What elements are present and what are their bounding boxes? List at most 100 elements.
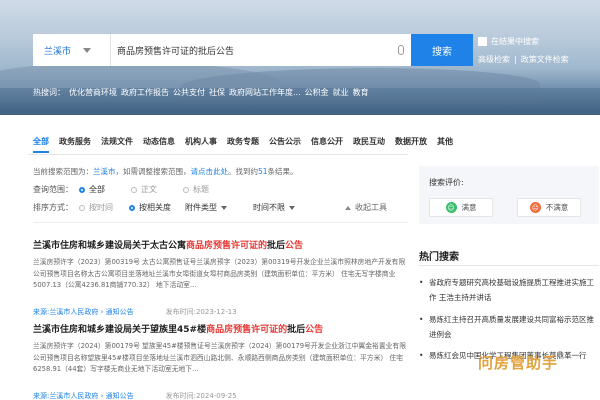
hot-word[interactable]: 公积金: [305, 87, 329, 98]
collapse-tools-label: 收起工具: [355, 203, 387, 212]
radio-all-label: 全部: [89, 185, 105, 194]
hot-word[interactable]: 政府工作报告: [121, 87, 169, 98]
result-title-highlight: 公告: [285, 241, 304, 251]
range-count-prefix: 。找到约: [228, 167, 258, 176]
bullet-icon: •: [419, 351, 424, 360]
advanced-search-link[interactable]: 高级检索: [478, 54, 510, 65]
satisfied-button[interactable]: ☺ 满意: [429, 198, 493, 217]
tab-news[interactable]: 动态信息: [138, 136, 180, 150]
search-button[interactable]: 搜索: [411, 34, 473, 66]
result-source[interactable]: 来源:兰溪市人民政府 › 通知公告: [33, 392, 134, 400]
hot-search-item[interactable]: • 易炼红主持召开高质量发展建设共同富裕示范区推进例会: [419, 312, 600, 342]
radio-by-time[interactable]: [79, 204, 85, 211]
tab-gov-service[interactable]: 政务服务: [54, 136, 96, 150]
watermark-logo: 问房管助手: [478, 354, 559, 372]
tabs-divider: [28, 154, 408, 155]
result-meta: 来源:兰溪市人民政府 › 通知公告 发布时间:2023-12-13: [33, 307, 408, 317]
radio-title-label: 标题: [193, 185, 209, 194]
city-select[interactable]: 兰溪市: [33, 34, 111, 66]
satisfied-label: 满意: [461, 203, 477, 212]
search-box: 兰溪市 搜索: [33, 34, 473, 66]
tab-topics[interactable]: 政务专题: [222, 136, 264, 150]
result-title-highlight: 商品房预售许可证的: [206, 325, 288, 335]
unsatisfied-label: 不满意: [545, 203, 569, 212]
query-scope-label: 查询范围：: [33, 185, 73, 194]
in-results-checkbox[interactable]: [478, 36, 487, 46]
radio-body[interactable]: [131, 186, 137, 193]
time-limit-label: 时间不限: [253, 203, 285, 212]
hot-word[interactable]: 就业: [333, 87, 349, 98]
range-mid: ，如需调整搜索范围，: [115, 167, 191, 176]
hot-word[interactable]: 社保: [209, 87, 225, 98]
unsatisfied-button[interactable]: ☹ 不满意: [517, 198, 581, 217]
hot-word[interactable]: 政府网站工作年度...: [229, 87, 301, 98]
in-results-label: 在结果中搜索: [491, 36, 539, 46]
hot-words: 热搜词： 优化营商环境 政府工作报告 公共支付 社保 政府网站工作年度... 公…: [33, 87, 369, 98]
hot-search-item[interactable]: • 省政府专题研究高校基础设施提质工程推进实施工作 王浩主持并讲话: [419, 275, 600, 305]
microphone-icon[interactable]: [391, 34, 411, 66]
result-time: 发布时间:2023-12-13: [165, 308, 237, 316]
filter-divider: [33, 222, 408, 223]
radio-title[interactable]: [183, 186, 189, 193]
tab-other[interactable]: 其他: [432, 136, 458, 150]
tab-announcements[interactable]: 公告公示: [264, 136, 306, 150]
result-time: 发布时间:2024-09-25: [165, 392, 237, 400]
attachment-type-dropdown[interactable]: 附件类型: [185, 202, 227, 213]
result-title-text: 兰溪市住房和城乡建设局关于太古公寓: [33, 241, 187, 251]
collapse-tools-button[interactable]: 收起工具: [345, 202, 387, 213]
radio-body-label: 正文: [141, 185, 157, 194]
result-title[interactable]: 兰溪市住房和城乡建设局关于太古公寓商品房预售许可证的批后公告: [33, 238, 408, 251]
result-title-highlight: 公告: [305, 325, 324, 335]
radio-all[interactable]: [79, 186, 85, 193]
hot-search-title: 热门搜索: [419, 252, 459, 263]
hot-search-text: 易炼红主持召开高质量发展建设共同富裕示范区推进例会: [429, 315, 594, 339]
chevron-up-icon: [345, 205, 351, 210]
policy-search-link[interactable]: 政策文件检索: [521, 54, 569, 65]
city-select-label: 兰溪市: [44, 46, 72, 57]
chevron-down-icon: [221, 205, 227, 210]
result-title[interactable]: 兰溪市住房和城乡建设局关于望族里45#楼商品房预售许可证的批后公告: [33, 322, 408, 335]
bullet-icon: •: [419, 315, 424, 324]
hot-words-label: 热搜词：: [33, 88, 65, 97]
result-meta: 来源:兰溪市人民政府 › 通知公告 发布时间:2024-09-25: [33, 391, 408, 400]
result-source[interactable]: 来源:兰溪市人民政府 › 通知公告: [33, 308, 134, 316]
search-evaluation-panel: 搜索评价: ☺ 满意 ☹ 不满意: [419, 166, 599, 224]
tab-all[interactable]: 全部: [28, 136, 54, 153]
sort-filter: 排序方式： 按时间 按相关度 附件类型 时间不限 收起工具: [33, 202, 387, 213]
result-item: 兰溪市住房和城乡建设局关于望族里45#楼商品房预售许可证的批后公告 兰溪房预许字…: [33, 322, 408, 400]
sort-label: 排序方式：: [33, 203, 73, 212]
time-limit-dropdown[interactable]: 时间不限: [253, 202, 295, 213]
tab-open-data[interactable]: 数据开放: [390, 136, 432, 150]
bullet-icon: •: [419, 278, 424, 287]
search-banner: 兰溪市 搜索 在结果中搜索 高级检索 | 政策文件检索 热搜词： 优化营商环境 …: [0, 0, 600, 115]
attachment-type-label: 附件类型: [185, 203, 217, 212]
radio-by-time-label: 按时间: [89, 203, 113, 212]
result-title-text: 兰溪市住房和城乡建设局关于望族里45#楼: [33, 325, 207, 335]
range-prefix: 当前搜索范围为：: [33, 167, 93, 176]
hot-word[interactable]: 教育: [353, 87, 369, 98]
range-city: 兰溪市: [93, 167, 116, 176]
tab-personnel[interactable]: 机构人事: [180, 136, 222, 150]
search-input[interactable]: [111, 34, 391, 66]
category-tabs: 全部 政务服务 法规文件 动态信息 机构人事 政务专题 公告公示 信息公开 政民…: [28, 136, 458, 153]
radio-by-relevance-label: 按相关度: [139, 203, 171, 212]
tab-regulations[interactable]: 法规文件: [96, 136, 138, 150]
frown-icon: ☹: [529, 202, 541, 213]
result-title-text: 批后: [287, 325, 306, 335]
radio-by-relevance[interactable]: [129, 204, 135, 211]
hot-word[interactable]: 优化营商环境: [69, 87, 117, 98]
change-range-link[interactable]: 请点击此处: [191, 167, 229, 176]
result-count: 51: [258, 167, 268, 176]
result-title-highlight: 商品房预售许可证的: [186, 241, 268, 251]
hot-search-text: 省政府专题研究高校基础设施提质工程推进实施工作 王浩主持并讲话: [429, 278, 594, 302]
hot-word[interactable]: 公共支付: [173, 87, 205, 98]
link-separator: |: [514, 54, 517, 64]
chevron-down-icon: [83, 47, 92, 53]
result-title-text: 批后: [267, 241, 286, 251]
smile-icon: ☺: [445, 202, 457, 213]
result-snippet: 兰溪房预许字（2024）第00179号 望族里45#楼预售证号兰溪房预字（202…: [33, 342, 407, 373]
chevron-down-icon: [289, 205, 295, 210]
tab-disclosure[interactable]: 信息公开: [306, 136, 348, 150]
tab-interaction[interactable]: 政民互动: [348, 136, 390, 150]
query-scope-filter: 查询范围： 全部 正文 标题: [33, 184, 209, 195]
